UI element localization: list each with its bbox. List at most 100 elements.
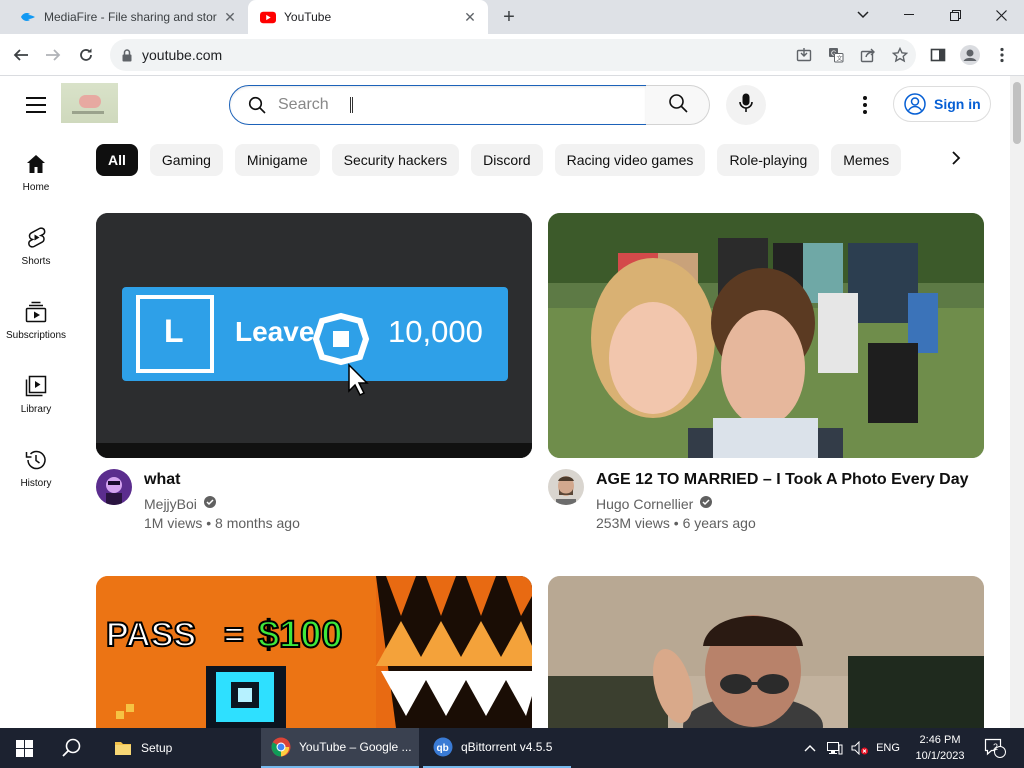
search-icon xyxy=(248,96,268,114)
youtube-icon xyxy=(260,9,276,25)
chip-memes[interactable]: Memes xyxy=(831,144,902,176)
guide-label: Home xyxy=(22,182,50,193)
settings-more-icon[interactable] xyxy=(852,92,878,118)
guide-item-history[interactable]: History xyxy=(0,428,72,498)
search-icon[interactable] xyxy=(48,728,96,768)
guide-item-shorts[interactable]: Shorts xyxy=(0,206,72,276)
address-bar[interactable]: youtube.com G文 xyxy=(110,39,916,71)
taskbar-app-label: qBittorrent v4.5.5 xyxy=(461,740,553,754)
bookmark-star-icon[interactable] xyxy=(884,39,916,71)
chip-racing-video-games[interactable]: Racing video games xyxy=(554,144,706,176)
minimize-button[interactable] xyxy=(886,0,932,30)
search-input[interactable] xyxy=(278,96,578,114)
chips-next-button[interactable] xyxy=(940,144,972,176)
tab-youtube[interactable]: YouTube ✕ xyxy=(248,0,488,34)
mediafire-icon xyxy=(20,9,36,25)
thumb-key-text: L xyxy=(164,313,184,349)
back-button[interactable] xyxy=(8,42,34,68)
guide-item-library[interactable]: Library xyxy=(0,354,72,424)
lock-icon[interactable] xyxy=(120,48,134,62)
chip-all[interactable]: All xyxy=(96,144,138,176)
chip-role-playing[interactable]: Role-playing xyxy=(717,144,820,176)
chip-security-hackers[interactable]: Security hackers xyxy=(331,144,460,176)
new-tab-button[interactable]: + xyxy=(498,6,520,28)
shorts-icon xyxy=(24,226,48,250)
guide-menu-icon[interactable] xyxy=(22,94,50,116)
clock-date: 10/1/2023 xyxy=(915,750,965,762)
channel-avatar[interactable] xyxy=(96,469,132,505)
tab-search-icon[interactable] xyxy=(840,0,886,30)
volume-muted-icon[interactable] xyxy=(848,728,872,768)
system-clock[interactable]: 2:46 PM 10/1/2023 xyxy=(905,732,975,764)
taskbar-app-qbittorrent[interactable]: qb qBittorrent v4.5.5 xyxy=(423,728,571,768)
history-icon xyxy=(24,448,48,472)
search-box[interactable] xyxy=(229,85,647,125)
account-circle-icon xyxy=(904,93,926,115)
translate-icon[interactable]: G文 xyxy=(820,39,852,71)
close-tab-icon[interactable]: ✕ xyxy=(220,7,240,27)
sign-in-label: Sign in xyxy=(934,96,981,112)
guide-label: Library xyxy=(20,404,52,415)
search-button[interactable] xyxy=(646,85,710,125)
search-icon xyxy=(668,93,688,118)
guide-label: Shorts xyxy=(21,256,51,267)
chevron-up-icon[interactable] xyxy=(800,728,820,768)
guide-item-subscriptions[interactable]: Subscriptions xyxy=(0,280,72,350)
chip-discord[interactable]: Discord xyxy=(471,144,543,176)
video-thumbnail[interactable]: PASS = $100 xyxy=(96,576,532,728)
verified-icon xyxy=(203,495,217,512)
voice-search-button[interactable] xyxy=(726,85,766,125)
guide-label: History xyxy=(20,478,52,489)
reload-button[interactable] xyxy=(73,42,99,68)
close-tab-icon[interactable]: ✕ xyxy=(460,7,480,27)
guide-item-home[interactable]: Home xyxy=(0,132,72,202)
taskbar-app-setup[interactable]: Setup xyxy=(103,728,257,768)
network-icon[interactable] xyxy=(824,728,846,768)
verified-icon xyxy=(699,495,713,512)
forward-button[interactable] xyxy=(40,42,66,68)
channel-avatar[interactable] xyxy=(548,469,584,505)
clock-time: 2:46 PM xyxy=(919,734,961,746)
taskbar-app-label: YouTube – Google ... xyxy=(299,740,412,754)
notification-count: 2 xyxy=(993,742,999,752)
svg-text:文: 文 xyxy=(837,55,843,63)
windows-start-icon[interactable] xyxy=(0,728,48,768)
video-title[interactable]: what xyxy=(144,471,180,489)
scrollbar-thumb[interactable] xyxy=(1013,82,1021,144)
sign-in-button[interactable]: Sign in xyxy=(893,86,991,122)
chip-gaming[interactable]: Gaming xyxy=(149,144,223,176)
channel-name[interactable]: MejjyBoi xyxy=(144,496,197,512)
browser-menu-icon[interactable] xyxy=(988,41,1016,69)
install-app-icon[interactable] xyxy=(788,39,820,71)
chip-minigame[interactable]: Minigame xyxy=(234,144,320,176)
home-icon xyxy=(24,152,48,176)
video-thumbnail[interactable] xyxy=(548,576,984,728)
channel-name[interactable]: Hugo Cornellier xyxy=(596,496,693,512)
taskbar-app-chrome[interactable]: YouTube – Google ... xyxy=(261,728,419,768)
url-text[interactable]: youtube.com xyxy=(142,47,222,63)
guide-label: Subscriptions xyxy=(5,330,67,341)
side-panel-icon[interactable] xyxy=(924,41,952,69)
subscriptions-icon xyxy=(24,300,48,324)
browser-tab-strip: MediaFire - File sharing and stor ✕ YouT… xyxy=(0,0,1024,34)
tab-mediafire[interactable]: MediaFire - File sharing and stor ✕ xyxy=(8,0,248,34)
notifications-icon[interactable]: 2 xyxy=(980,728,1010,768)
chevron-right-icon xyxy=(951,150,961,171)
browser-toolbar: youtube.com G文 xyxy=(0,34,1024,76)
video-title[interactable]: AGE 12 TO MARRIED – I Took A Photo Every… xyxy=(596,471,969,489)
microphone-icon xyxy=(739,93,753,118)
restore-button[interactable] xyxy=(932,0,978,30)
video-stats: 1M views • 8 months ago xyxy=(144,515,300,531)
share-icon[interactable] xyxy=(852,39,884,71)
filter-chips-bar: All Gaming Minigame Security hackers Dis… xyxy=(96,144,976,176)
language-indicator[interactable]: ENG xyxy=(872,728,904,768)
youtube-doodle-logo[interactable] xyxy=(61,83,118,123)
profile-icon[interactable] xyxy=(956,41,984,69)
video-thumbnail[interactable]: L Leave 10,000 xyxy=(96,213,532,458)
close-window-button[interactable] xyxy=(978,0,1024,30)
chrome-icon xyxy=(271,737,291,757)
video-thumbnail[interactable] xyxy=(548,213,984,458)
youtube-masthead: Sign in xyxy=(0,76,1010,132)
page-scrollbar[interactable] xyxy=(1010,76,1024,728)
tab-title: MediaFire - File sharing and stor xyxy=(44,10,217,24)
